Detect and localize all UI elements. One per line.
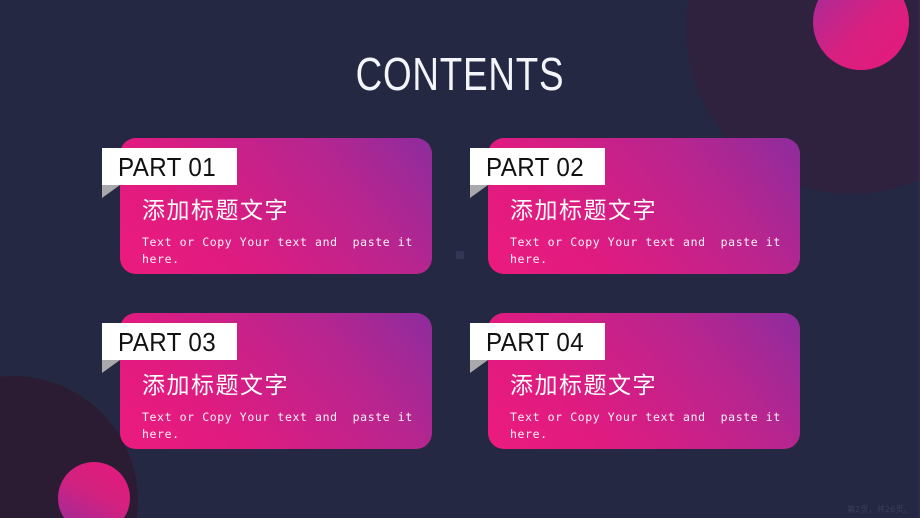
card-body-text: Text or Copy Your text and paste it here… [142, 235, 421, 266]
card-badge-label: PART 01 [118, 151, 217, 182]
card-badge-label: PART 04 [486, 326, 585, 357]
card-badge-banner[interactable]: PART 04 [470, 323, 606, 360]
card-badge-banner[interactable]: PART 03 [102, 323, 238, 360]
ribbon-fold-icon [470, 360, 488, 373]
ribbon-fold-icon [102, 360, 120, 373]
content-card-part-04[interactable]: PART 04 添加标题文字 Text or Copy Your text an… [470, 313, 800, 449]
page-title: CONTENTS [355, 48, 565, 100]
card-body-text: Text or Copy Your text and paste it here… [510, 235, 789, 266]
card-body-text: Text or Copy Your text and paste it here… [510, 410, 789, 441]
content-card-part-02[interactable]: PART 02 添加标题文字 Text or Copy Your text an… [470, 138, 800, 274]
card-badge-label: PART 02 [486, 151, 585, 182]
card-badge-label: PART 03 [118, 326, 217, 357]
contents-slide: CONTENTS PART 01 添加标题文字 Text or Copy You… [0, 0, 920, 518]
card-badge-banner[interactable]: PART 01 [102, 148, 238, 185]
ribbon-fold-icon [102, 185, 120, 198]
center-divider-dot [456, 251, 464, 259]
footer-page-indicator: 第2页，共26页。 [846, 505, 912, 514]
content-card-part-01[interactable]: PART 01 添加标题文字 Text or Copy Your text an… [102, 138, 432, 274]
card-badge-banner[interactable]: PART 02 [470, 148, 606, 185]
card-body-text: Text or Copy Your text and paste it here… [142, 410, 421, 441]
card-heading: 添加标题文字 [510, 372, 657, 398]
card-heading: 添加标题文字 [142, 197, 289, 223]
ribbon-fold-icon [470, 185, 488, 198]
card-heading: 添加标题文字 [142, 372, 289, 398]
content-card-part-03[interactable]: PART 03 添加标题文字 Text or Copy Your text an… [102, 313, 432, 449]
card-heading: 添加标题文字 [510, 197, 657, 223]
